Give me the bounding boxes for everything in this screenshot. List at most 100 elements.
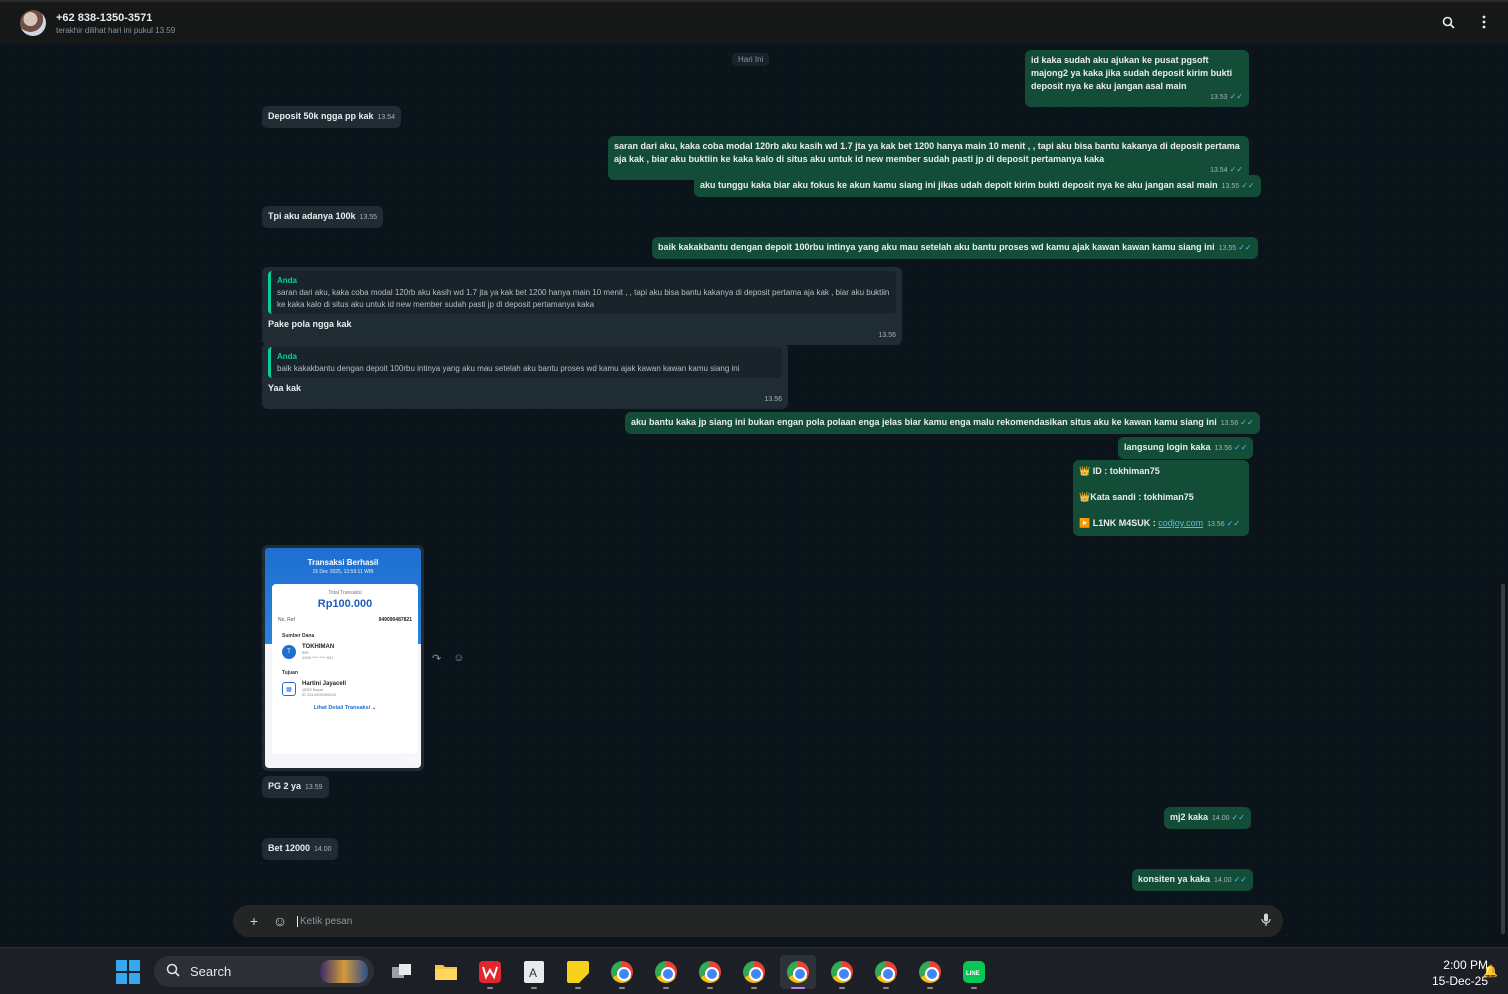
message-incoming-reply[interactable]: Anda baik kakakbantu dengan depoit 100rb…: [262, 343, 788, 409]
chrome-profile-1-icon[interactable]: [604, 955, 640, 989]
microphone-icon[interactable]: [1261, 913, 1271, 930]
chat-area: Hari Ini id kaka sudah aku ajukan ke pus…: [0, 44, 1508, 947]
message-link[interactable]: codjoy.com: [1158, 518, 1203, 528]
receipt-ref-value: 949090487821: [378, 617, 412, 623]
quote-text: baik kakakbantu dengan depoit 100rbu int…: [277, 364, 740, 373]
sticker-icon[interactable]: ☺: [271, 913, 289, 929]
receipt-total-label: Total Transaksi: [328, 590, 362, 596]
contact-status: terakhir dilihat hari ini pukul 13.59: [56, 25, 176, 35]
message-time: 13.55: [1218, 245, 1237, 252]
credential-password: 👑Kata sandi : tokhiman75: [1079, 492, 1194, 502]
message-text: Pake pola ngga kak: [268, 319, 352, 329]
store-icon: ▦: [282, 682, 296, 696]
clock-date: 15-Dec-25: [1431, 974, 1488, 988]
receipt-card: Total Transaksi Rp100.000 No. Ref 9490904…: [272, 584, 418, 754]
message-time: 14.00: [314, 846, 332, 853]
credential-id: 👑 ID : tokhiman75: [1079, 466, 1160, 476]
read-receipt-icon: ✓✓: [1241, 181, 1255, 190]
search-icon: [166, 963, 180, 980]
receipt-source-account: 4559 **** **** 531: [302, 655, 334, 660]
notification-bell-icon[interactable]: 🔔: [1483, 964, 1498, 978]
receipt-dest-label: Tujuan: [282, 670, 299, 676]
message-outgoing[interactable]: langsung login kaka 13.56 ✓✓: [1118, 437, 1254, 459]
emoji-react-icon[interactable]: ☺: [453, 652, 464, 665]
receipt-source-label: Sumber Dana: [282, 633, 315, 639]
quote-text: saran dari aku, kaka coba modal 120rb ak…: [277, 288, 890, 309]
message-time: 13.53: [1210, 94, 1228, 101]
image-message[interactable]: Transaksi Berhasil 15 Dec 2025, 13:59:11…: [262, 545, 424, 771]
read-receipt-icon: ✓✓: [1229, 165, 1243, 174]
message-incoming[interactable]: Tpi aku adanya 100k 13.55: [262, 206, 384, 228]
read-receipt-icon: ✓✓: [1234, 443, 1248, 452]
quoted-message[interactable]: Anda baik kakakbantu dengan depoit 100rb…: [268, 347, 782, 378]
sticky-notes-icon[interactable]: [560, 955, 596, 989]
message-outgoing-credentials[interactable]: 👑 ID : tokhiman75 👑Kata sandi : tokhiman…: [1073, 460, 1249, 536]
read-receipt-icon: ✓✓: [1233, 875, 1247, 884]
message-outgoing[interactable]: saran dari aku, kaka coba modal 120rb ak…: [608, 136, 1249, 180]
message-time: 13.59: [305, 784, 323, 791]
chat-scrollbar[interactable]: [1501, 584, 1505, 934]
plus-icon[interactable]: +: [245, 913, 263, 929]
message-text: mj2 kaka: [1170, 812, 1209, 822]
search-highlight-image: [320, 960, 368, 983]
transfer-receipt-image[interactable]: Transaksi Berhasil 15 Dec 2025, 13:59:11…: [265, 548, 421, 768]
message-incoming[interactable]: PG 2 ya 13.59: [262, 776, 329, 798]
quoted-message[interactable]: Anda saran dari aku, kaka coba modal 120…: [268, 271, 896, 314]
message-time: 13.54: [1210, 167, 1228, 174]
message-outgoing[interactable]: id kaka sudah aku ajukan ke pusat pgsoft…: [1025, 50, 1249, 107]
text-editor-icon[interactable]: A: [516, 955, 552, 989]
svg-text:LINE: LINE: [966, 971, 980, 977]
contact-name[interactable]: +62 838-1350-3571: [56, 12, 175, 24]
message-text: Deposit 50k ngga pp kak: [268, 111, 374, 121]
chrome-profile-3-icon[interactable]: [692, 955, 728, 989]
message-incoming[interactable]: Bet 12000 14.00: [262, 838, 338, 860]
system-clock[interactable]: 2:00 PM 15-Dec-25: [1432, 957, 1488, 989]
message-text: Tpi aku adanya 100k: [268, 211, 356, 221]
message-time: 14.00: [1212, 815, 1230, 822]
message-time: 13.56: [1214, 445, 1233, 452]
quote-author: Anda: [277, 276, 297, 285]
message-input[interactable]: [297, 915, 1261, 927]
contact-avatar[interactable]: [20, 10, 46, 36]
contact-info[interactable]: +62 838-1350-3571 terakhir dilihat hari …: [56, 12, 175, 35]
message-text: konsiten ya kaka: [1138, 874, 1211, 884]
kebab-menu-icon[interactable]: [1476, 14, 1492, 30]
day-separator: Hari Ini: [732, 53, 770, 66]
clock-time: 2:00 PM: [1443, 958, 1488, 972]
forward-icon[interactable]: ↷: [432, 652, 441, 665]
chrome-profile-7-icon[interactable]: [868, 955, 904, 989]
chrome-profile-4-icon[interactable]: [736, 955, 772, 989]
chrome-profile-8-icon[interactable]: [912, 955, 948, 989]
quote-author: Anda: [277, 352, 297, 361]
svg-text:A: A: [529, 966, 537, 980]
message-text: langsung login kaka: [1124, 442, 1211, 452]
user-avatar-icon: T: [282, 645, 296, 659]
message-outgoing[interactable]: aku tunggu kaka biar aku fokus ke akun k…: [694, 175, 1261, 197]
wps-office-icon[interactable]: [472, 955, 508, 989]
search-icon[interactable]: [1440, 14, 1456, 30]
chat-header: +62 838-1350-3571 terakhir dilihat hari …: [0, 0, 1508, 44]
message-incoming-reply[interactable]: Anda saran dari aku, kaka coba modal 120…: [262, 267, 902, 345]
message-time: 13.56: [1220, 420, 1239, 427]
taskbar-search[interactable]: Search: [154, 956, 374, 987]
message-text: baik kakakbantu dengan depoit 100rbu int…: [658, 242, 1215, 252]
receipt-detail-link: Lihat Detail Transaksi ⌄: [313, 705, 377, 711]
message-outgoing[interactable]: konsiten ya kaka 14.00 ✓✓: [1132, 869, 1253, 891]
message-outgoing[interactable]: aku bantu kaka jp siang ini bukan engan …: [625, 412, 1260, 434]
task-view-icon[interactable]: [384, 955, 420, 989]
read-receipt-icon: ✓✓: [1231, 813, 1245, 822]
line-app-icon[interactable]: LINE: [956, 955, 992, 989]
read-receipt-icon: ✓✓: [1229, 92, 1243, 101]
message-outgoing[interactable]: mj2 kaka 14.00 ✓✓: [1164, 807, 1251, 829]
message-incoming[interactable]: Deposit 50k ngga pp kak 13.54: [262, 106, 402, 128]
chrome-profile-6-icon[interactable]: [824, 955, 860, 989]
chrome-profile-2-icon[interactable]: [648, 955, 684, 989]
chrome-profile-5-icon[interactable]: [780, 955, 816, 989]
windows-taskbar: Search A LINE 2:00 PM 15-Dec-25 🔔: [0, 947, 1508, 994]
message-outgoing[interactable]: baik kakakbantu dengan depoit 100rbu int…: [652, 237, 1258, 259]
receipt-title: Transaksi Berhasil: [307, 558, 379, 567]
windows-start-icon[interactable]: [116, 960, 140, 984]
message-text: aku bantu kaka jp siang ini bukan engan …: [631, 417, 1217, 427]
link-label: ▶️ L1NK M4SUK :: [1079, 518, 1159, 528]
file-explorer-icon[interactable]: [428, 955, 464, 989]
